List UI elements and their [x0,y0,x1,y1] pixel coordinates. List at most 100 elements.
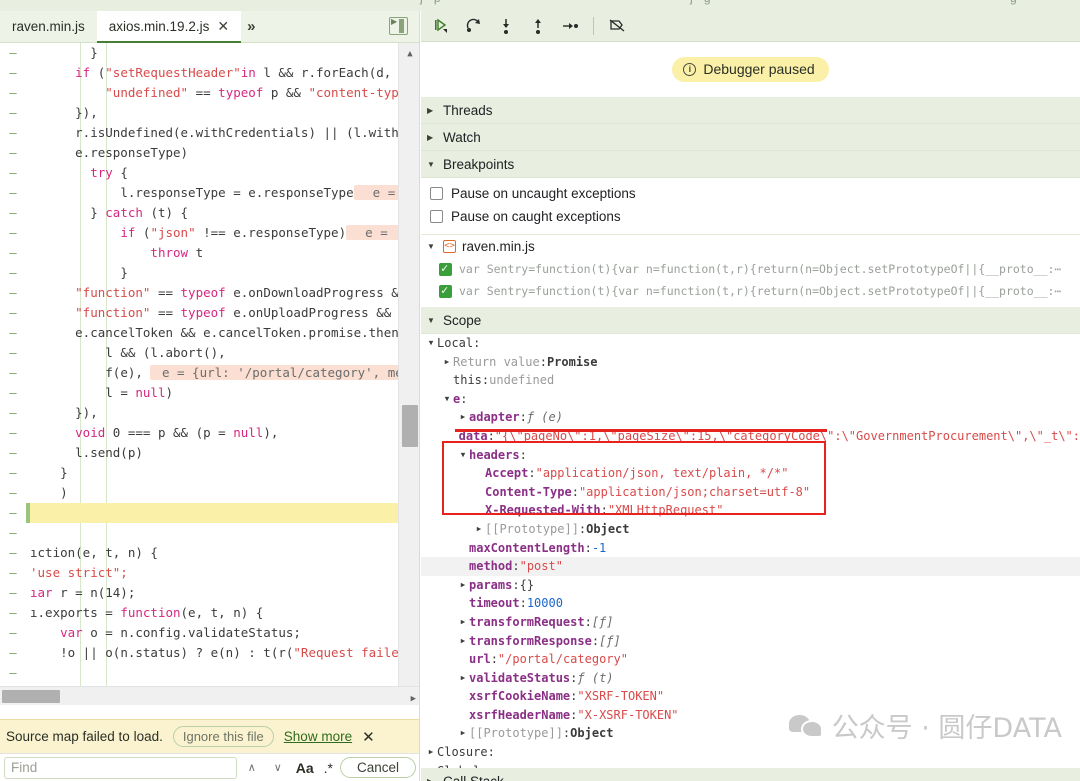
scroll-right-icon[interactable]: ▶ [411,689,416,705]
ignore-this-file-button[interactable]: Ignore this file [172,726,274,747]
gutter-line[interactable]: – [0,103,26,123]
pause-on-uncaught-exceptions-row[interactable]: Pause on uncaught exceptions [421,182,1080,205]
horizontal-scrollbar[interactable]: ▶ [0,686,419,705]
chevron-down-icon[interactable] [427,242,437,251]
chevron-right-icon[interactable]: ▶ [457,576,469,595]
gutter-line[interactable]: – [0,483,26,503]
gutter-line[interactable]: – [0,583,26,603]
section-callstack[interactable]: Call Stack [421,768,1080,781]
gutter-line[interactable]: – [0,203,26,223]
gutter-line[interactable]: – [0,663,26,683]
gutter-line[interactable]: – [0,303,26,323]
deactivate-breakpoints-button[interactable] [602,13,632,39]
tab-raven-min-js[interactable]: raven.min.js [0,11,97,42]
code-line[interactable]: l.send(p) [26,443,398,463]
scope-row[interactable]: ▶ transformResponse: [ƒ] [421,632,1080,651]
scope-row[interactable]: Content-Type: "application/json;charset=… [421,483,1080,502]
gutter-line[interactable]: – [0,283,26,303]
gutter-line[interactable]: – [0,503,26,523]
code-line[interactable]: r.isUndefined(e.withCredentials) || (l.w… [26,123,398,143]
scope-row[interactable]: method: "post" [421,557,1080,576]
scope-row[interactable]: url: "/portal/category" [421,650,1080,669]
scope-row[interactable]: ▶ adapter: ƒ (e) [421,408,1080,427]
checkbox[interactable] [439,283,452,298]
gutter-line[interactable]: – [0,563,26,583]
gutter-line[interactable]: – [0,623,26,643]
chevron-down-icon[interactable]: ▼ [441,390,453,409]
chevron-down-icon[interactable] [427,316,437,325]
find-next-icon[interactable]: ∨ [267,761,289,774]
chevron-down-icon[interactable] [427,160,437,169]
find-input[interactable]: Find [4,756,237,779]
code-line[interactable]: } catch (t) { [26,203,398,223]
gutter-line[interactable]: – [0,63,26,83]
gutter-line[interactable]: – [0,543,26,563]
code-line[interactable]: if ("setRequestHeader"in l && r.forEach(… [26,63,398,83]
scope-row[interactable]: xsrfCookieName: "XSRF-TOKEN" [421,687,1080,706]
section-threads[interactable]: Threads [421,97,1080,124]
code-line[interactable]: ) [26,483,398,503]
match-case-toggle[interactable]: Aa [293,760,317,776]
toggle-panel-icon[interactable] [389,17,408,35]
checkbox[interactable] [430,210,443,223]
code-line[interactable]: } [26,43,398,63]
scope-row[interactable]: Accept: "application/json, text/plain, *… [421,464,1080,483]
vertical-scrollbar[interactable]: ▲ ▼ [398,43,419,705]
gutter-line[interactable]: – [0,523,26,543]
gutter-line[interactable]: – [0,323,26,343]
pause-on-caught-exceptions-row[interactable]: Pause on caught exceptions [421,205,1080,228]
scope-row[interactable]: timeout: 10000 [421,594,1080,613]
section-breakpoints[interactable]: Breakpoints [421,151,1080,178]
step-out-button[interactable] [523,13,553,39]
gutter-line[interactable]: – [0,423,26,443]
gutter-line[interactable]: – [0,383,26,403]
code-line[interactable]: void 0 === p && (p = null), [26,423,398,443]
code-editor[interactable]: ––––––––––––––––––––––––––––––––– } if (… [0,43,419,705]
code-line[interactable]: l = null) [26,383,398,403]
tab-axios-min-19-2-js[interactable]: axios.min.19.2.js ✕ [96,11,242,43]
close-icon[interactable]: ✕ [215,19,229,33]
close-infobar-icon[interactable]: ✕ [362,728,375,746]
scope-row[interactable]: maxContentLength: -1 [421,539,1080,558]
code-line[interactable]: f(e), e = {url: '/portal/category', meth [26,363,398,383]
scroll-up-icon[interactable]: ▲ [399,45,419,63]
code-line[interactable]: var o = n.config.validateStatus; [26,623,398,643]
scope-row[interactable]: ▼ headers: [421,446,1080,465]
more-tabs-button[interactable]: » [241,11,261,42]
code-line-current[interactable] [26,503,398,523]
scope-row[interactable]: ▶ transformRequest: [ƒ] [421,613,1080,632]
code-line[interactable] [26,663,398,683]
scope-row[interactable]: this: undefined [421,371,1080,390]
code-line[interactable]: "function" == typeof e.onDownloadProgres… [26,283,398,303]
breakpoint-row[interactable]: var Sentry=function(t){var n=function(t,… [421,258,1080,280]
code-line[interactable] [26,523,398,543]
code-line[interactable]: 'use strict"; [26,563,398,583]
code-line[interactable]: throw t [26,243,398,263]
gutter-line[interactable]: – [0,143,26,163]
code-line[interactable]: "function" == typeof e.onUploadProgress … [26,303,398,323]
code-line[interactable]: ıction(e, t, n) { [26,543,398,563]
chevron-right-icon[interactable] [427,106,437,115]
code-line[interactable]: if ("json" !== e.responseType) e = [26,223,398,243]
scope-row[interactable]: ▶ Return value: Promise [421,353,1080,372]
code-line[interactable]: "undefined" == typeof p && "content-type… [26,83,398,103]
breakpoint-file-group[interactable]: <> raven.min.js [421,234,1080,258]
chevron-right-icon[interactable]: ▶ [441,353,453,372]
scope-row[interactable]: X-Requested-With: "XMLHttpRequest" [421,501,1080,520]
code-line[interactable]: ı.exports = function(e, t, n) { [26,603,398,623]
step-button[interactable] [555,13,585,39]
chevron-right-icon[interactable]: ▶ [473,520,485,539]
section-watch[interactable]: Watch [421,124,1080,151]
breakpoint-row[interactable]: var Sentry=function(t){var n=function(t,… [421,280,1080,302]
gutter-line[interactable]: – [0,243,26,263]
gutter-line[interactable]: – [0,163,26,183]
vertical-scroll-thumb[interactable] [402,405,418,447]
code-line[interactable]: } [26,263,398,283]
chevron-right-icon[interactable]: ▶ [457,613,469,632]
regex-toggle[interactable]: .* [321,760,336,776]
scope-row[interactable]: ▶ Closure: [421,743,1080,762]
chevron-right-icon[interactable]: ▶ [457,724,469,743]
gutter-line[interactable]: – [0,43,26,63]
code-line[interactable]: l && (l.abort(), [26,343,398,363]
gutter-line[interactable]: – [0,123,26,143]
